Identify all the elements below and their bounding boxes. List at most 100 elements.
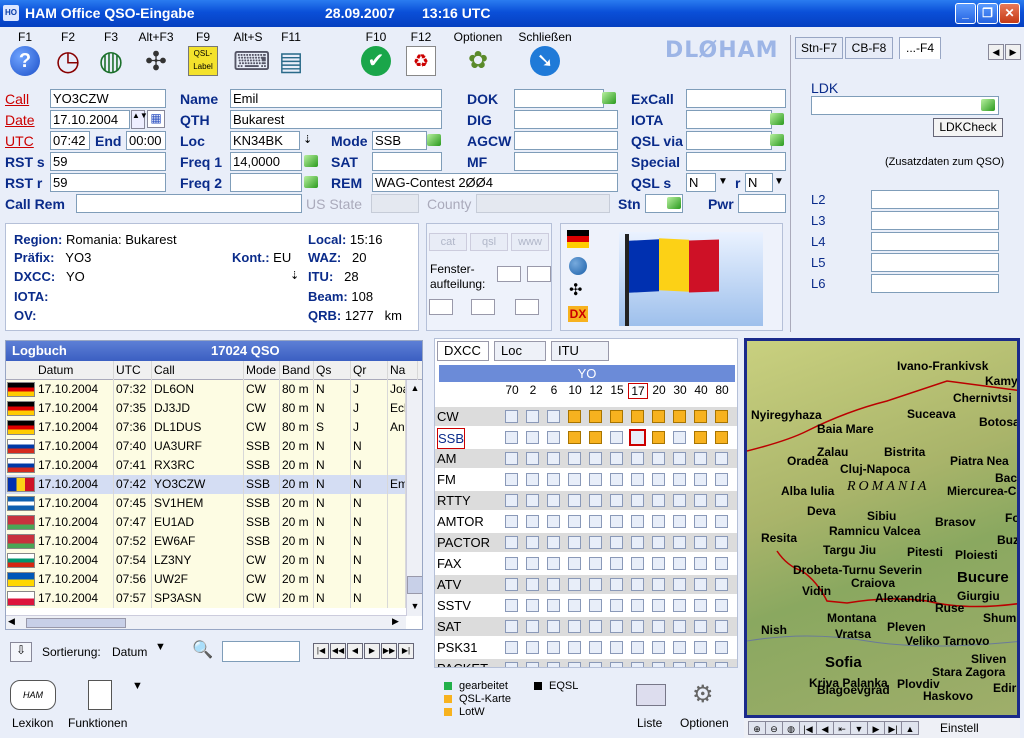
mid-qsl-button[interactable]: qsl <box>470 233 508 251</box>
table-row[interactable]: 17.10.200407:35DJ3JDCW80 mNJEck <box>6 399 406 418</box>
table-row[interactable]: 17.10.2004 07:47 EU1AD SSB 20 mNN <box>6 513 406 532</box>
toolbar-button-f10[interactable]: F10 ✔ <box>353 27 399 80</box>
band-cell[interactable] <box>715 557 728 570</box>
band-cell[interactable] <box>547 431 560 444</box>
band-cell[interactable] <box>526 431 539 444</box>
stn-check-icon[interactable] <box>667 197 681 209</box>
lexikon-icon[interactable]: HAM <box>10 680 56 710</box>
toolbar-button-f9[interactable]: F9 QSL-Label <box>180 27 226 80</box>
scroll-up-icon[interactable]: ▲ <box>407 380 422 396</box>
tab-prev-icon[interactable]: ◀ <box>988 44 1004 60</box>
band-cell[interactable] <box>547 515 560 528</box>
tab--f4[interactable]: ...-F4 <box>899 37 941 59</box>
band-cell[interactable] <box>568 641 581 654</box>
band-cell[interactable] <box>568 557 581 570</box>
funktionen-label[interactable]: Funktionen <box>68 716 127 730</box>
line-input-l4[interactable] <box>871 232 999 251</box>
band-cell[interactable] <box>694 431 707 444</box>
search-icon[interactable]: 🔍 <box>192 640 213 660</box>
nav-next-icon[interactable]: ▶ <box>364 643 380 659</box>
band-cell[interactable] <box>652 452 665 465</box>
band-cell[interactable] <box>526 536 539 549</box>
band-cell[interactable] <box>589 515 602 528</box>
table-row[interactable]: 17.10.2004 07:57 SP3ASN CW 20 mNN <box>6 589 406 608</box>
column-header-call[interactable]: Call <box>152 361 244 380</box>
band-cell[interactable] <box>652 641 665 654</box>
ldkcheck-button[interactable]: LDKCheck <box>933 118 1003 137</box>
band-cell[interactable] <box>694 494 707 507</box>
utc-input[interactable]: 07:42 <box>50 131 90 150</box>
band-cell[interactable] <box>694 515 707 528</box>
mode-input[interactable]: SSB <box>372 131 427 150</box>
layout-option-4-icon[interactable] <box>471 299 495 315</box>
nav-prev-icon[interactable]: ◀ <box>347 643 363 659</box>
band-cell[interactable] <box>526 662 539 667</box>
call-input[interactable]: YO3CZW <box>50 89 166 108</box>
band-cell[interactable] <box>694 662 707 667</box>
band-cell[interactable] <box>694 410 707 423</box>
column-header-na[interactable]: Na <box>388 361 418 380</box>
band-cell[interactable] <box>568 620 581 633</box>
sat-input[interactable] <box>372 152 442 171</box>
column-header-mode[interactable]: Mode <box>244 361 280 380</box>
band-cell[interactable] <box>589 578 602 591</box>
toolbar-button-alt-s[interactable]: Alt+S ⌨ <box>225 27 271 80</box>
band-cell[interactable] <box>610 620 623 633</box>
band-cell[interactable] <box>631 557 644 570</box>
optionen-gear-icon[interactable]: ⚙ <box>692 680 714 709</box>
map-view[interactable]: Ivano-Frankivsk Kamy Chernivtsi Nyiregyhaza… <box>744 338 1020 718</box>
band-cell[interactable] <box>547 494 560 507</box>
column-header-band[interactable]: Band <box>280 361 314 380</box>
band-cell[interactable] <box>568 662 581 667</box>
band-cell[interactable] <box>694 452 707 465</box>
band-cell[interactable] <box>547 578 560 591</box>
band-cell[interactable] <box>589 494 602 507</box>
band-cell[interactable] <box>715 578 728 591</box>
band-cell[interactable] <box>610 452 623 465</box>
band-cell[interactable] <box>610 473 623 486</box>
band-cell[interactable] <box>715 536 728 549</box>
band-cell[interactable] <box>652 515 665 528</box>
band-cell[interactable] <box>568 473 581 486</box>
dxcc-tab-itu[interactable]: ITU <box>551 341 609 361</box>
toolbar-button-f12[interactable]: F12 ♻ <box>398 27 444 80</box>
band-cell[interactable] <box>715 620 728 633</box>
layout-option-1-icon[interactable] <box>497 266 521 282</box>
map-next-icon[interactable]: ▶ <box>867 721 885 735</box>
qslvia-check-icon[interactable] <box>770 134 784 146</box>
qslr-dropdown-icon[interactable]: ▼ <box>772 176 786 187</box>
mode-check-icon[interactable] <box>427 134 441 146</box>
dxcc-tab-dxcc[interactable]: DXCC <box>437 341 489 361</box>
table-row[interactable]: 17.10.2004 07:41 RX3RC SSB 20 mNN <box>6 456 406 475</box>
nav-last-icon[interactable]: ▶| <box>398 643 414 659</box>
nav-first-icon[interactable]: |◀ <box>313 643 329 659</box>
band-cell[interactable] <box>610 515 623 528</box>
table-row[interactable]: 17.10.200407:36DL1DUSCW80 mSJAnd <box>6 418 406 437</box>
scroll-right-icon[interactable]: ▶ <box>392 616 399 627</box>
line-input-l3[interactable] <box>871 211 999 230</box>
german-flag-icon[interactable] <box>567 230 589 248</box>
band-cell[interactable] <box>505 599 518 612</box>
dx-icon[interactable]: DX <box>568 306 588 322</box>
mid-cat-button[interactable]: cat <box>429 233 467 251</box>
freq1-input[interactable]: 14,0000 <box>230 152 302 171</box>
map-einstell-button[interactable]: Einstell <box>940 721 979 735</box>
map-prev2-icon[interactable]: ⇤ <box>833 721 851 735</box>
loc-input[interactable]: KN34BK <box>230 131 300 150</box>
table-row[interactable]: 17.10.200407:42YO3CZWSSB20 mNNEm <box>6 475 406 494</box>
qslr-select[interactable]: N <box>745 173 773 192</box>
band-cell[interactable] <box>631 620 644 633</box>
layout-option-2-icon[interactable] <box>527 266 551 282</box>
callrem-input[interactable] <box>76 194 302 213</box>
band-cell[interactable] <box>715 494 728 507</box>
minimize-button[interactable]: _ <box>955 3 976 24</box>
band-cell[interactable] <box>715 662 728 667</box>
map-last-icon[interactable]: ▶| <box>884 721 902 735</box>
toolbar-button-f1[interactable]: F1? <box>2 27 48 80</box>
hscroll-thumb[interactable] <box>26 618 126 628</box>
band-cell[interactable] <box>673 641 686 654</box>
band-cell[interactable] <box>673 557 686 570</box>
qsls-select[interactable]: N <box>686 173 716 192</box>
map-prev-icon[interactable]: ◀ <box>816 721 834 735</box>
date-input[interactable]: 17.10.2004 <box>50 110 130 129</box>
